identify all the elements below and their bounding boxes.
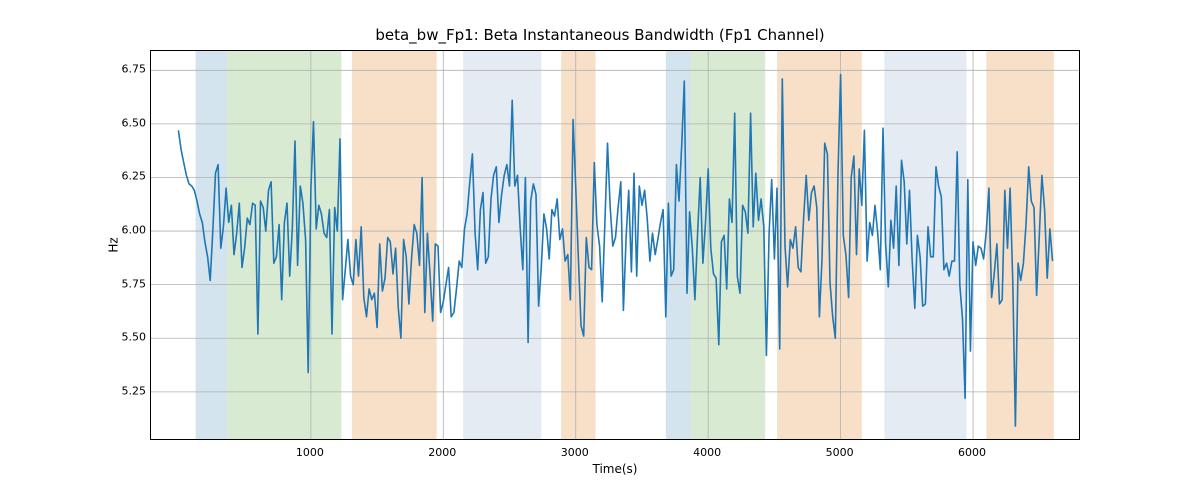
x-tick: 6000 xyxy=(958,446,986,459)
x-tick: 1000 xyxy=(296,446,324,459)
y-tick: 6.75 xyxy=(116,63,146,76)
figure: beta_bw_Fp1: Beta Instantaneous Bandwidt… xyxy=(0,0,1200,500)
x-tick: 4000 xyxy=(693,446,721,459)
x-tick: 5000 xyxy=(826,446,854,459)
x-axis-label: Time(s) xyxy=(150,462,1080,476)
plot-area xyxy=(150,50,1080,440)
y-axis-label: Hz xyxy=(106,50,121,440)
x-tick: 2000 xyxy=(428,446,456,459)
chart-title: beta_bw_Fp1: Beta Instantaneous Bandwidt… xyxy=(0,26,1200,44)
x-tick: 3000 xyxy=(561,446,589,459)
y-tick: 6.00 xyxy=(116,224,146,237)
y-tick: 5.25 xyxy=(116,384,146,397)
y-tick: 6.25 xyxy=(116,170,146,183)
y-tick: 5.75 xyxy=(116,277,146,290)
y-tick: 5.50 xyxy=(116,331,146,344)
y-tick: 6.50 xyxy=(116,116,146,129)
